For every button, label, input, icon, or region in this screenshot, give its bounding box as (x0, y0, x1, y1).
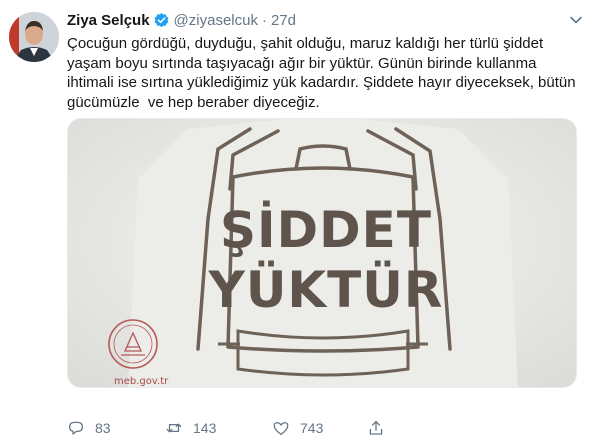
tweet-text-line: ihtimali ise sırtına yüklediğimiz yük ka… (67, 74, 576, 91)
like-count: 743 (300, 420, 324, 436)
tweet-text: Çocuğun gördüğü, duyduğu, şahit olduğu, … (67, 34, 597, 112)
tweet-actions: 83 143 743 (67, 416, 567, 440)
tweet-header: Ziya Selçuk @ziyaselcuk · 27d (67, 10, 296, 30)
share-icon (369, 420, 383, 435)
tweet-image[interactable]: ŞİDDET YÜKTÜR meb.gov.tr (67, 118, 577, 388)
share-button[interactable] (367, 416, 395, 440)
image-watermark: meb.gov.tr (114, 376, 169, 387)
reply-button[interactable]: 83 (67, 416, 111, 440)
like-button[interactable]: 743 (272, 416, 323, 440)
tweet-timestamp[interactable]: 27d (271, 12, 296, 29)
chevron-down-icon[interactable] (568, 12, 584, 28)
image-headline: YÜKTÜR (208, 260, 444, 319)
author-name[interactable]: Ziya Selçuk (67, 12, 150, 29)
retweet-count: 143 (193, 420, 217, 436)
reply-count: 83 (95, 420, 111, 436)
image-headline: ŞİDDET (220, 201, 432, 259)
avatar[interactable] (9, 12, 59, 62)
separator-dot: · (261, 11, 267, 29)
verified-badge-icon (153, 12, 170, 29)
heart-icon (273, 422, 289, 436)
reply-icon (68, 421, 84, 435)
tweet-text-line: gücümüzle ve hep beraber diyeceğiz. (67, 93, 320, 111)
tweet-text-line: Çocuğun gördüğü, duyduğu, şahit olduğu, … (67, 35, 544, 52)
author-handle[interactable]: @ziyaselcuk (174, 12, 258, 29)
retweet-icon (166, 423, 182, 433)
retweet-button[interactable]: 143 (165, 416, 216, 440)
tweet-text-line: yaşam boyu sırtında taşıyacağı ağır bir … (67, 54, 537, 72)
tweet: Ziya Selçuk @ziyaselcuk · 27d Çocuğun gö… (0, 0, 605, 448)
